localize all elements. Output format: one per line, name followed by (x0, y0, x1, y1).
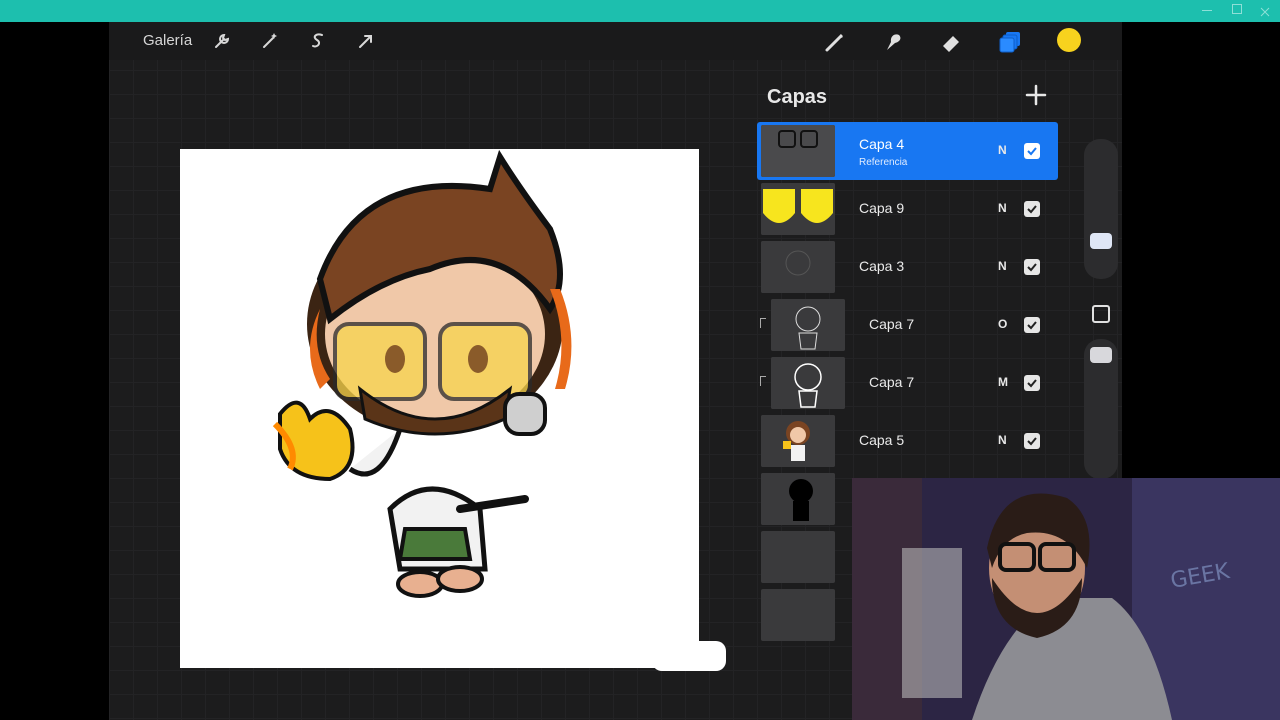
top-toolbar: Galería (109, 22, 1122, 60)
visibility-checkbox[interactable] (1024, 375, 1040, 391)
layer-row[interactable]: Capa 9 N (757, 180, 1058, 238)
layer-name: Capa 5 (859, 432, 905, 448)
visibility-checkbox[interactable] (1024, 433, 1040, 449)
opacity-knob[interactable] (1090, 347, 1112, 363)
close-icon[interactable] (1260, 4, 1270, 17)
minimize-icon[interactable] (1202, 10, 1212, 11)
layer-thumbnail (761, 415, 835, 467)
plus-icon[interactable] (1023, 82, 1049, 108)
layer-name: Capa 7 (869, 316, 915, 332)
visibility-checkbox[interactable] (1024, 143, 1040, 159)
clipping-mask-icon (760, 318, 766, 328)
layer-thumbnail (761, 531, 835, 583)
brush-icon[interactable] (823, 30, 845, 52)
color-picker-button[interactable] (1057, 28, 1081, 52)
white-pill-button[interactable] (652, 641, 726, 671)
brush-size-slider[interactable] (1084, 139, 1118, 279)
layer-name: Capa 7 (869, 374, 915, 390)
drawing-canvas[interactable] (180, 149, 699, 668)
chibi-character-illustration (272, 149, 572, 598)
layers-icon[interactable] (999, 30, 1021, 53)
clipping-mask-icon (760, 376, 766, 386)
layer-thumbnail (761, 241, 835, 293)
layer-row[interactable]: Capa 5 N (757, 412, 1058, 470)
layer-thumbnail (771, 357, 845, 409)
brush-size-knob[interactable] (1090, 233, 1112, 249)
brush-sidebar (1084, 139, 1118, 479)
layer-thumbnail (761, 125, 835, 177)
layer-row[interactable]: Capa 4 Referencia N (757, 122, 1058, 180)
wrench-icon[interactable] (211, 30, 233, 52)
window-title-bar (0, 0, 1280, 22)
blend-mode-button[interactable]: N (998, 259, 1007, 273)
smudge-icon[interactable] (881, 30, 903, 52)
layer-name: Capa 9 (859, 200, 905, 216)
layer-thumbnail (761, 473, 835, 525)
webcam-overlay: GEEK (852, 478, 1280, 720)
visibility-checkbox[interactable] (1024, 259, 1040, 275)
layer-thumbnail (761, 589, 835, 641)
visibility-checkbox[interactable] (1024, 317, 1040, 333)
transform-icon[interactable] (355, 30, 377, 52)
blend-mode-button[interactable]: M (998, 375, 1008, 389)
maximize-icon[interactable] (1232, 4, 1242, 14)
eraser-icon[interactable] (939, 30, 961, 52)
layer-row[interactable]: Capa 7 O (757, 296, 1058, 354)
gallery-button[interactable]: Galería (143, 32, 192, 49)
layers-panel-title: Capas (767, 86, 828, 108)
modify-button[interactable] (1092, 305, 1110, 323)
layer-name: Capa 4 (859, 136, 905, 152)
blend-mode-button[interactable]: O (998, 317, 1007, 331)
blend-mode-button[interactable]: N (998, 433, 1007, 447)
magic-wand-icon[interactable] (259, 30, 281, 52)
layer-subtitle: Referencia (859, 157, 908, 168)
blend-mode-button[interactable]: N (998, 143, 1007, 157)
selection-icon[interactable] (307, 30, 329, 52)
opacity-slider[interactable] (1084, 339, 1118, 479)
blend-mode-button[interactable]: N (998, 201, 1007, 215)
visibility-checkbox[interactable] (1024, 201, 1040, 217)
layer-thumbnail (771, 299, 845, 351)
layer-row[interactable]: Capa 3 N (757, 238, 1058, 296)
layer-row[interactable]: Capa 7 M (757, 354, 1058, 412)
layer-thumbnail (761, 183, 835, 235)
layer-name: Capa 3 (859, 258, 905, 274)
